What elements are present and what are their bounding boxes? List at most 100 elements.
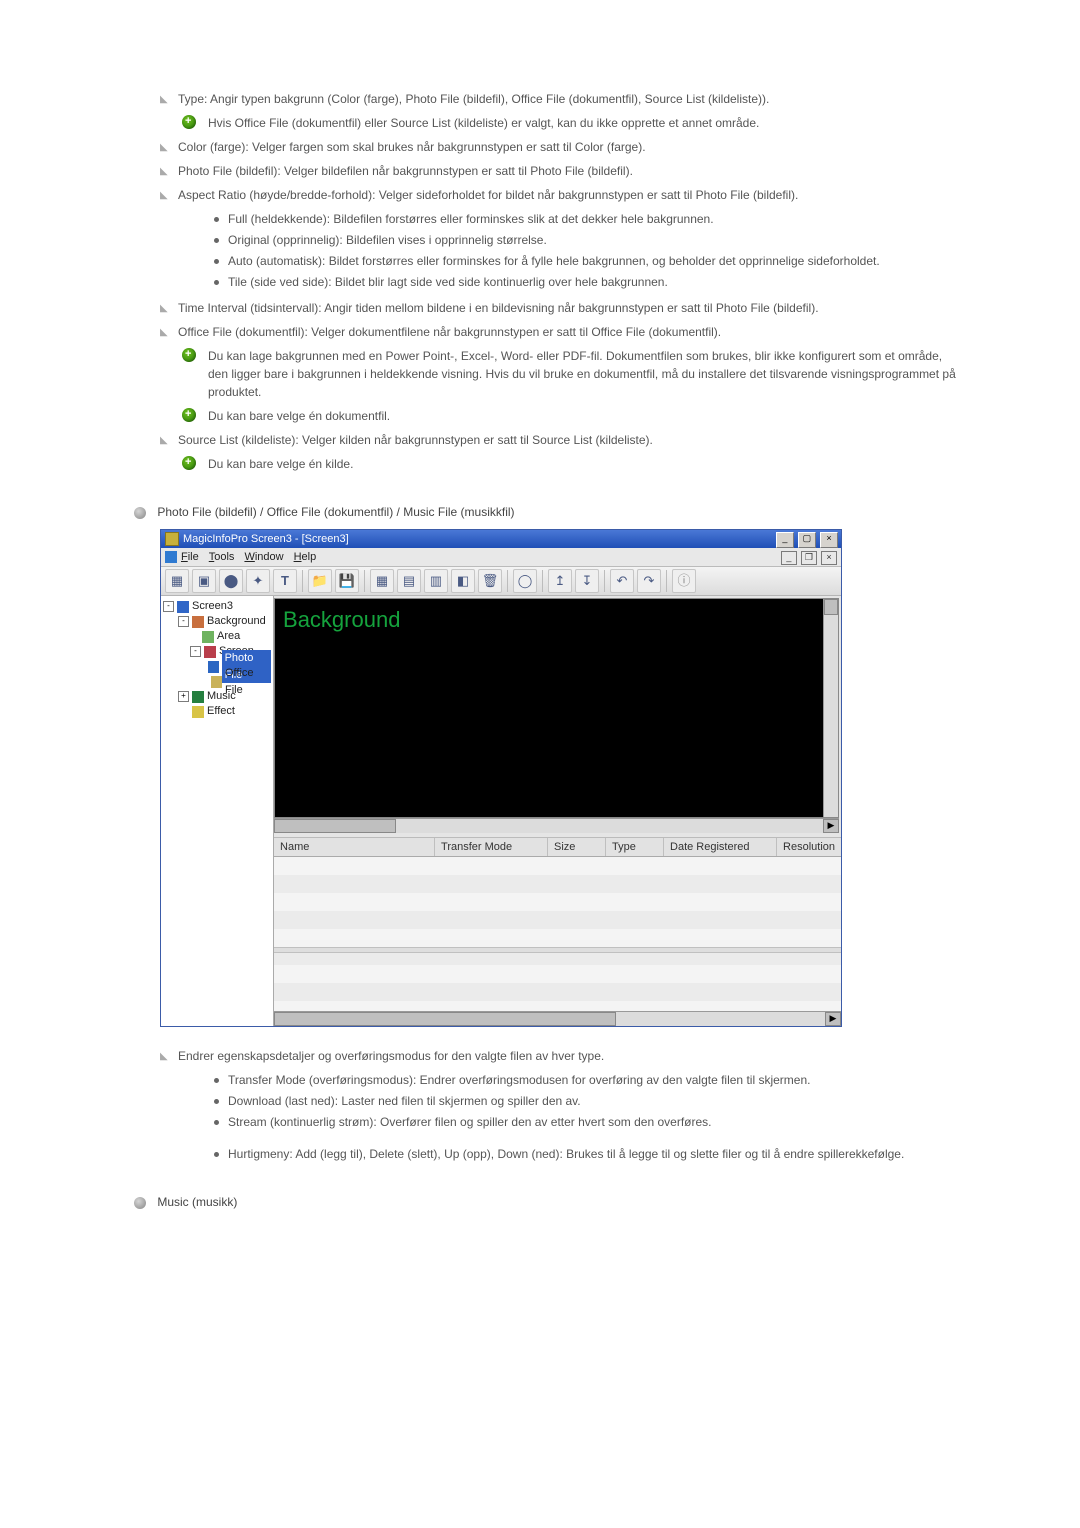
horizontal-scrollbar[interactable]: ▶ — [274, 818, 839, 833]
note-office-1-text: Du kan lage bakgrunnen med en Power Poin… — [208, 349, 956, 399]
tool-2[interactable]: ▣ — [192, 569, 216, 593]
scroll-handle[interactable] — [824, 599, 838, 615]
note-type: Hvis Office File (dokumentfil) eller Sou… — [178, 114, 960, 132]
section-music-title: Music (musikk) — [157, 1195, 237, 1209]
post-sublist: Transfer Mode (overføringsmodus): Endrer… — [178, 1071, 960, 1131]
aspect-auto: Auto (automatisk): Bildet forstørres ell… — [214, 252, 960, 270]
maximize-button[interactable]: ▢ — [798, 532, 816, 548]
tool-undo[interactable]: ↶ — [610, 569, 634, 593]
bullet-icon: ◣ — [160, 92, 168, 107]
grid-header: Name Transfer Mode Size Type Date Regist… — [274, 838, 841, 857]
item-time-text: Time Interval (tidsintervall): Angir tid… — [178, 301, 819, 315]
col-type[interactable]: Type — [606, 838, 664, 856]
close-button[interactable]: × — [820, 532, 838, 548]
note-office-1: Du kan lage bakgrunnen med en Power Poin… — [178, 347, 960, 401]
item-source: ◣ Source List (kildeliste): Velger kilde… — [160, 431, 960, 473]
tool-redo[interactable]: ↷ — [637, 569, 661, 593]
scroll-handle[interactable] — [274, 819, 396, 833]
toolbar-separator — [364, 570, 365, 592]
item-time: ◣ Time Interval (tidsintervall): Angir t… — [160, 299, 960, 317]
note-source: Du kan bare velge én kilde. — [178, 455, 960, 473]
sphere-icon — [134, 1197, 146, 1209]
mdi-close-button[interactable]: × — [821, 551, 837, 565]
menu-file[interactable]: FFileile — [181, 549, 199, 566]
col-transfer[interactable]: Transfer Mode — [435, 838, 548, 856]
titlebar: MagicInfoPro Screen3 - [Screen3] _ ▢ × — [161, 530, 841, 548]
bullet-icon: ◣ — [160, 325, 168, 340]
tree-row-officefile[interactable]: Office File — [163, 674, 271, 689]
bullet-icon: ◣ — [160, 188, 168, 203]
item-color-text: Color (farge): Velger fargen som skal br… — [178, 140, 646, 154]
col-name[interactable]: Name — [274, 838, 435, 856]
scroll-right-icon[interactable]: ▶ — [823, 819, 839, 833]
sphere-icon — [134, 507, 146, 519]
tool-7[interactable]: ▦ — [370, 569, 394, 593]
photofile-icon — [208, 661, 219, 673]
collapse-icon[interactable]: - — [178, 616, 189, 627]
plus-icon — [182, 115, 196, 129]
vertical-scrollbar[interactable] — [823, 599, 838, 817]
tool-info[interactable]: ⓘ — [672, 569, 696, 593]
scroll-right-icon[interactable]: ▶ — [825, 1012, 841, 1026]
menu-window[interactable]: Window — [244, 549, 283, 566]
screen-node-icon — [204, 646, 216, 658]
mdi-icon — [165, 551, 177, 563]
tree-row-background[interactable]: - Background — [163, 614, 271, 629]
col-resolution[interactable]: Resolution — [777, 838, 841, 856]
collapse-icon[interactable]: - — [163, 601, 174, 612]
tool-1[interactable]: ▦ — [165, 569, 189, 593]
collapse-icon[interactable]: - — [190, 646, 201, 657]
tool-5[interactable]: 📁 — [308, 569, 332, 593]
aspect-original: Original (opprinnelig): Bildefilen vises… — [214, 231, 960, 249]
post-change-text: Endrer egenskapsdetaljer og overføringsm… — [178, 1049, 604, 1063]
tool-back[interactable]: ↧ — [575, 569, 599, 593]
col-size[interactable]: Size — [548, 838, 606, 856]
tool-9[interactable]: ▥ — [424, 569, 448, 593]
plus-icon — [182, 348, 196, 362]
tool-text[interactable]: T — [273, 569, 297, 593]
mdi-restore-button[interactable]: ❐ — [801, 551, 817, 565]
col-date[interactable]: Date Registered — [664, 838, 777, 856]
post-change: ◣ Endrer egenskapsdetaljer og overføring… — [160, 1047, 960, 1163]
canvas[interactable]: Background — [274, 598, 839, 818]
menu-tools[interactable]: Tools — [209, 549, 235, 566]
tree-row-effect[interactable]: Effect — [163, 704, 271, 719]
grid-horizontal-scrollbar[interactable]: ▶ — [274, 1011, 841, 1026]
menu-help[interactable]: Help — [294, 549, 317, 566]
toolbar-separator — [604, 570, 605, 592]
right-pane: Background ▶ Name Transfer Mode Size Typ… — [274, 596, 841, 1026]
tool-3[interactable]: ⬤ — [219, 569, 243, 593]
screen-icon — [177, 601, 189, 613]
tree-row-root[interactable]: - Screen3 — [163, 599, 271, 614]
minimize-button[interactable]: _ — [776, 532, 794, 548]
bullet-icon: ◣ — [160, 140, 168, 155]
tool-8[interactable]: ▤ — [397, 569, 421, 593]
scroll-handle[interactable] — [274, 1012, 616, 1026]
mdi-minimize-button[interactable]: _ — [781, 551, 797, 565]
post-quickmenu: Hurtigmeny: Add (legg til), Delete (slet… — [214, 1145, 960, 1163]
toolbar-separator — [542, 570, 543, 592]
app-window: MagicInfoPro Screen3 - [Screen3] _ ▢ × F… — [160, 529, 842, 1027]
expand-icon[interactable]: + — [178, 691, 189, 702]
help-list: ◣ Type: Angir typen bakgrunn (Color (far… — [160, 90, 960, 473]
grid-body[interactable] — [274, 857, 841, 1011]
tool-front[interactable]: ↥ — [548, 569, 572, 593]
background-icon — [192, 616, 204, 628]
post-transfer: Transfer Mode (overføringsmodus): Endrer… — [214, 1071, 960, 1089]
tool-4[interactable]: ✦ — [246, 569, 270, 593]
tool-11[interactable]: 🗑 — [478, 569, 502, 593]
tool-12[interactable]: ◯ — [513, 569, 537, 593]
tool-6[interactable]: 💾 — [335, 569, 359, 593]
tool-10[interactable]: ◧ — [451, 569, 475, 593]
client-area: - Screen3 - Background Area - — [161, 596, 841, 1026]
file-grid: Name Transfer Mode Size Type Date Regist… — [274, 837, 841, 1026]
tree-effect-label: Effect — [207, 703, 235, 720]
toolbar: ▦ ▣ ⬤ ✦ T 📁 💾 ▦ ▤ ▥ ◧ 🗑 ◯ ↥ ↧ ↶ ↷ ⓘ — [161, 567, 841, 596]
toolbar-separator — [507, 570, 508, 592]
note-office-2-text: Du kan bare velge én dokumentfil. — [208, 409, 390, 423]
section-title: Photo File (bildefil) / Office File (dok… — [157, 505, 514, 519]
section-music: Music (musikk) — [134, 1193, 960, 1211]
item-color: ◣ Color (farge): Velger fargen som skal … — [160, 138, 960, 156]
note-type-text: Hvis Office File (dokumentfil) eller Sou… — [208, 116, 759, 130]
tree-row-area[interactable]: Area — [163, 629, 271, 644]
